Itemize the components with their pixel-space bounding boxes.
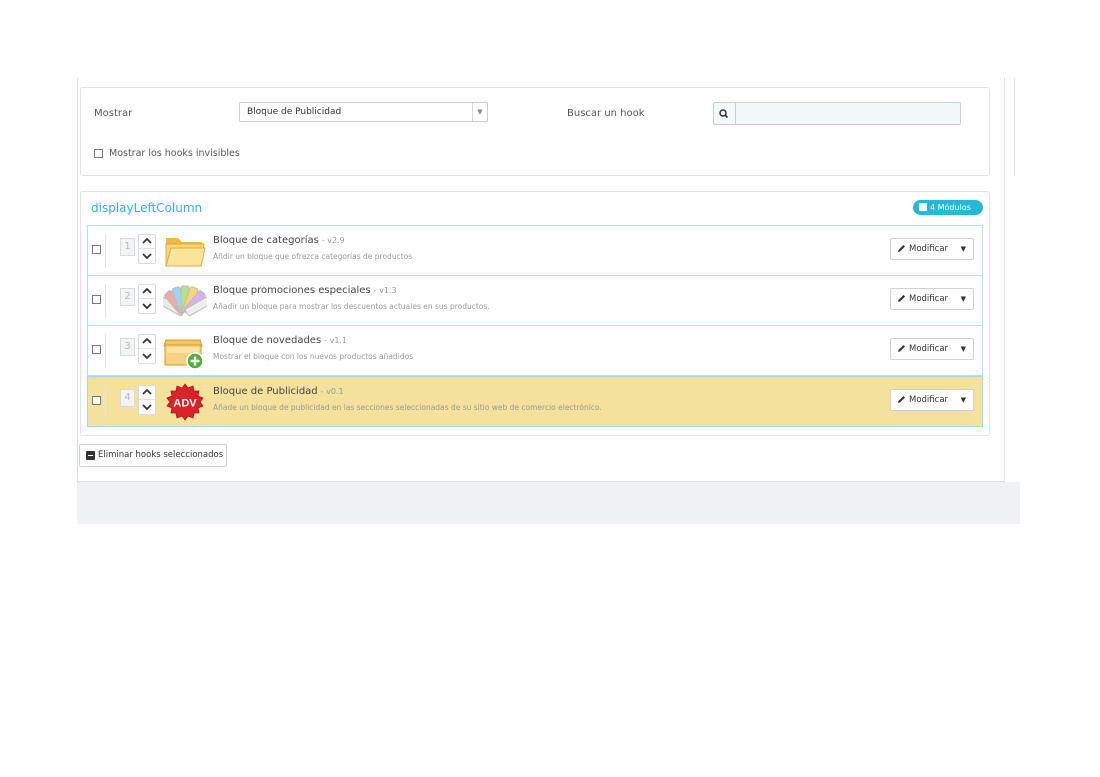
modify-label: Modificar xyxy=(909,344,949,354)
chevron-up-icon[interactable] xyxy=(142,388,152,396)
modify-label: Modificar xyxy=(909,294,949,304)
modify-label: Modificar xyxy=(909,244,949,254)
chevron-down-icon[interactable] xyxy=(142,352,152,360)
chevron-up-icon[interactable] xyxy=(142,337,152,345)
swatches-icon xyxy=(158,282,212,320)
delete-selected-label: Eliminar hooks seleccionados xyxy=(98,450,224,460)
chevron-down-icon[interactable] xyxy=(142,403,152,411)
module-name: Bloque de Publicidad xyxy=(213,386,318,397)
pencil-icon xyxy=(898,295,905,302)
divider xyxy=(105,284,106,318)
caret-down-icon[interactable]: ▼ xyxy=(961,339,966,359)
chevron-down-icon[interactable] xyxy=(142,252,152,260)
filter-panel xyxy=(80,87,990,176)
chevron-down-icon: ▼ xyxy=(472,103,487,121)
modify-button[interactable]: Modificar ▼ xyxy=(890,238,974,260)
module-position: 1 xyxy=(120,238,135,256)
module-select-checkbox[interactable] xyxy=(92,245,101,254)
pencil-icon xyxy=(898,245,905,252)
module-name: Bloque de novedades xyxy=(213,335,322,346)
minus-square-icon xyxy=(86,451,95,460)
module-name-line: Bloque de categorías - v2.9 xyxy=(213,235,345,246)
search-hook-label: Buscar un hook xyxy=(567,108,645,119)
module-name: Bloque de categorías xyxy=(213,235,319,246)
divider xyxy=(105,334,106,368)
folder-icon xyxy=(163,232,207,270)
show-invisible-hooks-checkbox[interactable] xyxy=(94,149,103,158)
module-description: Añadir un bloque para mostrar los descue… xyxy=(213,302,490,311)
page-footer-band xyxy=(77,482,1020,524)
modify-label: Modificar xyxy=(909,395,949,405)
adv-badge-text: ADV xyxy=(173,398,197,410)
pencil-icon xyxy=(898,345,905,352)
module-description: Añade un bloque de publicidad en las sec… xyxy=(213,403,602,412)
modify-button[interactable]: Modificar ▼ xyxy=(890,288,974,310)
page: Mostrar Bloque de Publicidad ▼ Buscar un… xyxy=(0,0,1100,777)
module-select-checkbox[interactable] xyxy=(92,295,101,304)
module-position: 3 xyxy=(120,338,135,356)
hook-title: displayLeftColumn xyxy=(91,201,203,215)
module-position: 4 xyxy=(120,389,135,407)
show-select[interactable]: Bloque de Publicidad ▼ xyxy=(239,102,488,122)
module-row: 2 Bloque promociones especiales - v1.3 Añ… xyxy=(87,275,983,326)
module-description: Mostrar el bloque con los nuevos product… xyxy=(213,352,414,361)
position-arrows xyxy=(138,284,156,314)
search-hook-input[interactable] xyxy=(735,102,961,125)
new-box-icon xyxy=(163,332,207,370)
show-label: Mostrar xyxy=(94,108,133,119)
module-position: 2 xyxy=(120,288,135,306)
module-row: 1 Bloque de categorías - v2.9 Añdir un bl… xyxy=(87,225,983,276)
module-version: - v2.9 xyxy=(321,236,345,245)
chevron-down-icon[interactable] xyxy=(142,302,152,310)
module-name-line: Bloque de novedades - v1.1 xyxy=(213,335,347,346)
delete-selected-hooks-button[interactable]: Eliminar hooks seleccionados xyxy=(79,444,227,467)
divider xyxy=(105,385,106,419)
module-version: - v0.1 xyxy=(320,387,344,396)
show-invisible-hooks-label: Mostrar los hooks invisibles xyxy=(109,148,240,159)
module-count-badge: 4 Módulos xyxy=(913,200,983,215)
module-select-checkbox[interactable] xyxy=(92,396,101,405)
checkbox-icon xyxy=(919,203,927,211)
adv-badge-icon: ADV xyxy=(163,383,207,421)
module-name-line: Bloque de Publicidad - v0.1 xyxy=(213,386,344,397)
search-icon xyxy=(713,102,735,125)
module-select-checkbox[interactable] xyxy=(92,345,101,354)
caret-down-icon[interactable]: ▼ xyxy=(961,239,966,259)
module-version: - v1.3 xyxy=(373,286,397,295)
chevron-up-icon[interactable] xyxy=(142,287,152,295)
divider xyxy=(105,234,106,268)
module-description: Añdir un bloque que ofrezca categorías d… xyxy=(213,252,413,261)
modify-button[interactable]: Modificar ▼ xyxy=(890,389,974,411)
module-row: 3 Bloque de novedades - v1.1 Mostrar el b… xyxy=(87,325,983,376)
modify-button[interactable]: Modificar ▼ xyxy=(890,338,974,360)
caret-down-icon[interactable]: ▼ xyxy=(961,390,966,410)
caret-down-icon[interactable]: ▼ xyxy=(961,289,966,309)
position-arrows xyxy=(138,385,156,415)
position-arrows xyxy=(138,334,156,364)
module-name: Bloque promociones especiales xyxy=(213,285,371,296)
chevron-up-icon[interactable] xyxy=(142,237,152,245)
module-count-text: 4 Módulos xyxy=(930,203,971,212)
module-row: 4 ADV Bloque de Publicidad - v0.1 Añade u… xyxy=(87,376,983,427)
divider xyxy=(1014,78,1015,176)
module-name-line: Bloque promociones especiales - v1.3 xyxy=(213,285,397,296)
show-select-value: Bloque de Publicidad xyxy=(247,107,342,117)
position-arrows xyxy=(138,234,156,264)
pencil-icon xyxy=(898,396,905,403)
module-version: - v1.1 xyxy=(324,336,348,345)
